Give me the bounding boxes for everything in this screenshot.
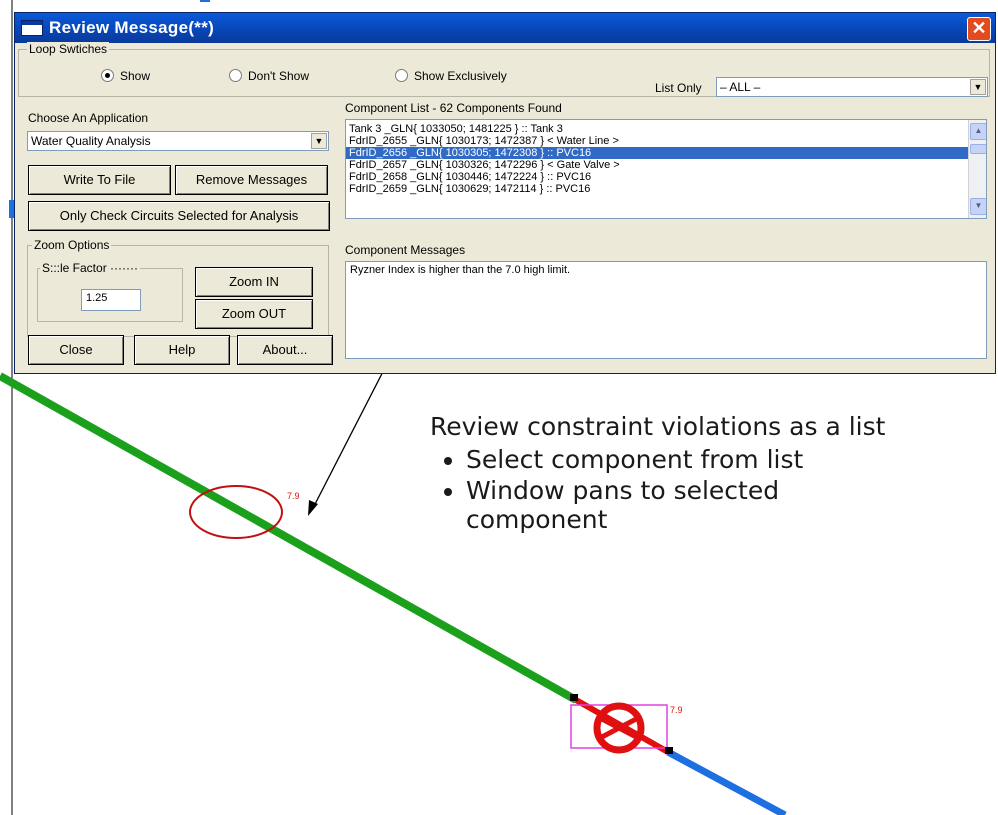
list-item[interactable]: FdrID_2657 _GLN{ 1030326; 1472296 } < Ga…: [346, 159, 986, 171]
annotation-callout: Review constraint violations as a list S…: [430, 412, 885, 536]
component-messages-label: Component Messages: [345, 243, 466, 257]
radio-unchecked-icon: [229, 69, 242, 82]
annotation-heading: Review constraint violations as a list: [430, 412, 886, 441]
node-marker: [665, 747, 673, 754]
dropdown-arrow-icon[interactable]: ▼: [311, 133, 327, 149]
scroll-up-icon[interactable]: ▲: [970, 123, 986, 140]
component-list-label: Component List - 62 Components Found: [345, 101, 562, 115]
title-bar[interactable]: Review Message(**) ✕: [15, 13, 995, 43]
component-listbox[interactable]: Tank 3 _GLN{ 1033050; 1481225 } :: Tank …: [345, 119, 987, 219]
close-window-icon[interactable]: ✕: [967, 17, 991, 41]
list-item[interactable]: Tank 3 _GLN{ 1033050; 1481225 } :: Tank …: [346, 123, 986, 135]
scale-factor-label: S:::le Factor ·······: [40, 261, 140, 275]
radio-label: Show: [120, 69, 151, 83]
write-to-file-button[interactable]: Write To File: [28, 165, 171, 195]
window-title: Review Message(**): [49, 18, 215, 37]
list-only-label: List Only: [655, 81, 702, 95]
radio-show-exclusively[interactable]: Show Exclusively: [395, 69, 507, 83]
scroll-thumb[interactable]: [970, 144, 986, 154]
radio-label: Show Exclusively: [414, 69, 507, 83]
about-button[interactable]: About...: [237, 335, 333, 365]
list-only-select[interactable]: – ALL – ▼: [716, 77, 988, 97]
list-scrollbar[interactable]: ▲ ▼: [968, 120, 986, 218]
radio-dont-show[interactable]: Don't Show: [229, 69, 309, 83]
node-marker: [570, 694, 578, 701]
map-value-label: 7.9: [287, 491, 300, 501]
scroll-down-icon[interactable]: ▼: [970, 198, 986, 215]
radio-show[interactable]: Show: [101, 69, 150, 83]
component-list-rows: Tank 3 _GLN{ 1033050; 1481225 } :: Tank …: [346, 120, 986, 195]
loop-switches-label: Loop Swtiches: [27, 42, 110, 56]
radio-label: Don't Show: [248, 69, 309, 83]
dropdown-arrow-icon[interactable]: ▼: [970, 79, 986, 95]
application-select[interactable]: Water Quality Analysis ▼: [27, 131, 329, 151]
zoom-in-button[interactable]: Zoom IN: [195, 267, 313, 297]
help-button[interactable]: Help: [134, 335, 230, 365]
annotation-bullet: Window pans to selected component: [466, 476, 826, 534]
radio-checked-icon: [101, 69, 114, 82]
review-message-dialog: Review Message(**) ✕ Loop Swtiches Show …: [14, 12, 996, 374]
choose-application-label: Choose An Application: [28, 111, 149, 125]
annotation-bullets: Select component from list Window pans t…: [430, 445, 885, 534]
list-item[interactable]: FdrID_2658 _GLN{ 1030446; 1472224 } :: P…: [346, 171, 986, 183]
only-check-circuits-button[interactable]: Only Check Circuits Selected for Analysi…: [28, 201, 330, 231]
list-item[interactable]: FdrID_2659 _GLN{ 1030629; 1472114 } :: P…: [346, 183, 986, 195]
annotation-bullet: Select component from list: [466, 445, 885, 474]
zoom-out-button[interactable]: Zoom OUT: [195, 299, 313, 329]
map-value-label: 7.9: [670, 705, 683, 715]
pipe-blue: [666, 748, 787, 815]
remove-messages-button[interactable]: Remove Messages: [175, 165, 328, 195]
component-messages-box[interactable]: Ryzner Index is higher than the 7.0 high…: [345, 261, 987, 359]
scale-factor-input[interactable]: 1.25: [81, 289, 141, 311]
list-item-selected[interactable]: FdrID_2656 _GLN{ 1030305; 1472308 } :: P…: [346, 147, 986, 159]
close-button[interactable]: Close: [28, 335, 124, 365]
application-value: Water Quality Analysis: [31, 134, 151, 148]
list-only-value: – ALL –: [720, 80, 761, 94]
window-icon: [21, 20, 43, 36]
radio-unchecked-icon: [395, 69, 408, 82]
list-item[interactable]: FdrID_2655 _GLN{ 1030173; 1472387 } < Wa…: [346, 135, 986, 147]
zoom-options-label: Zoom Options: [32, 238, 112, 252]
